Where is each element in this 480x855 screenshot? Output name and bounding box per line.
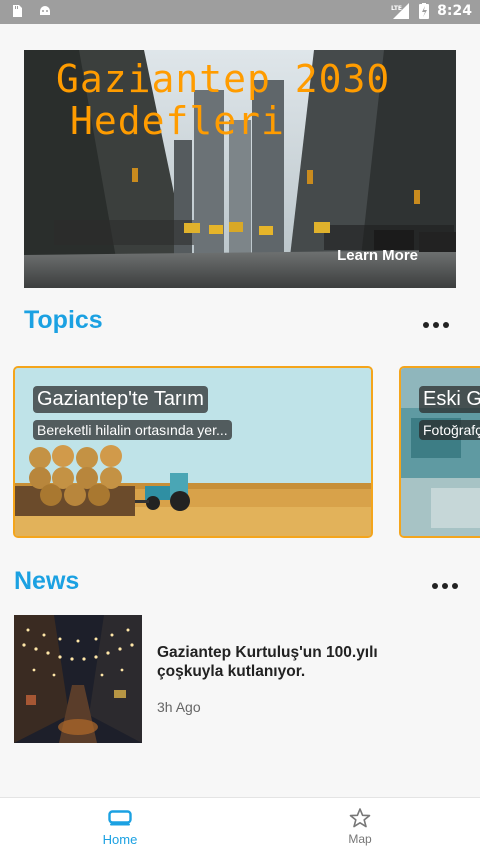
street-lights-image	[14, 615, 142, 743]
topic-card-subtitle: Bereketli hilalin ortasında yer...	[33, 420, 232, 440]
topic-card-subtitle: Fotoğrafç	[419, 420, 480, 440]
nav-label-home: Home	[102, 832, 138, 847]
signal-icon: LTE	[391, 3, 410, 19]
learn-more-link[interactable]: Learn More	[337, 247, 418, 264]
hero-title-line-1: Gaziantep 2030	[56, 57, 391, 101]
news-list-item[interactable]: Gaziantep Kurtuluş'un 100.yılı çoşkuyla …	[14, 615, 464, 743]
topics-more-icon[interactable]	[423, 322, 449, 328]
home-icon	[108, 810, 132, 826]
network-type-label: LTE	[391, 5, 402, 12]
nav-label-map: Map	[348, 832, 372, 846]
news-timestamp: 3h Ago	[157, 699, 201, 715]
nav-item-home[interactable]: Home	[0, 798, 240, 855]
bottom-navigation: Home Map	[0, 797, 480, 855]
android-icon	[40, 6, 50, 15]
topics-heading: Topics	[24, 306, 103, 334]
nav-item-map[interactable]: Map	[240, 798, 480, 855]
topic-card-agriculture[interactable]: Gaziantep'te Tarım Bereketli hilalin ort…	[13, 366, 373, 538]
status-bar: LTE 8:24	[0, 0, 480, 24]
topic-card-title: Gaziantep'te Tarım	[33, 386, 208, 413]
battery-icon	[419, 3, 430, 19]
hero-title-line-2: Hedefleri	[70, 99, 285, 143]
hero-title: Gaziantep 2030 Hedefleri	[56, 58, 390, 142]
topic-card-old-gaziantep[interactable]: Eski Ga Fotoğrafç	[399, 366, 480, 538]
sd-card-icon	[13, 5, 22, 17]
news-thumbnail	[14, 615, 142, 743]
news-heading: News	[14, 567, 80, 595]
star-icon	[349, 808, 371, 828]
hero-banner[interactable]: Gaziantep 2030 Hedefleri Learn More	[24, 50, 456, 288]
news-more-icon[interactable]	[432, 583, 458, 589]
topic-card-title: Eski Ga	[419, 386, 480, 413]
news-title: Gaziantep Kurtuluş'un 100.yılı çoşkuyla …	[157, 644, 378, 680]
status-time: 8:24	[437, 3, 472, 19]
